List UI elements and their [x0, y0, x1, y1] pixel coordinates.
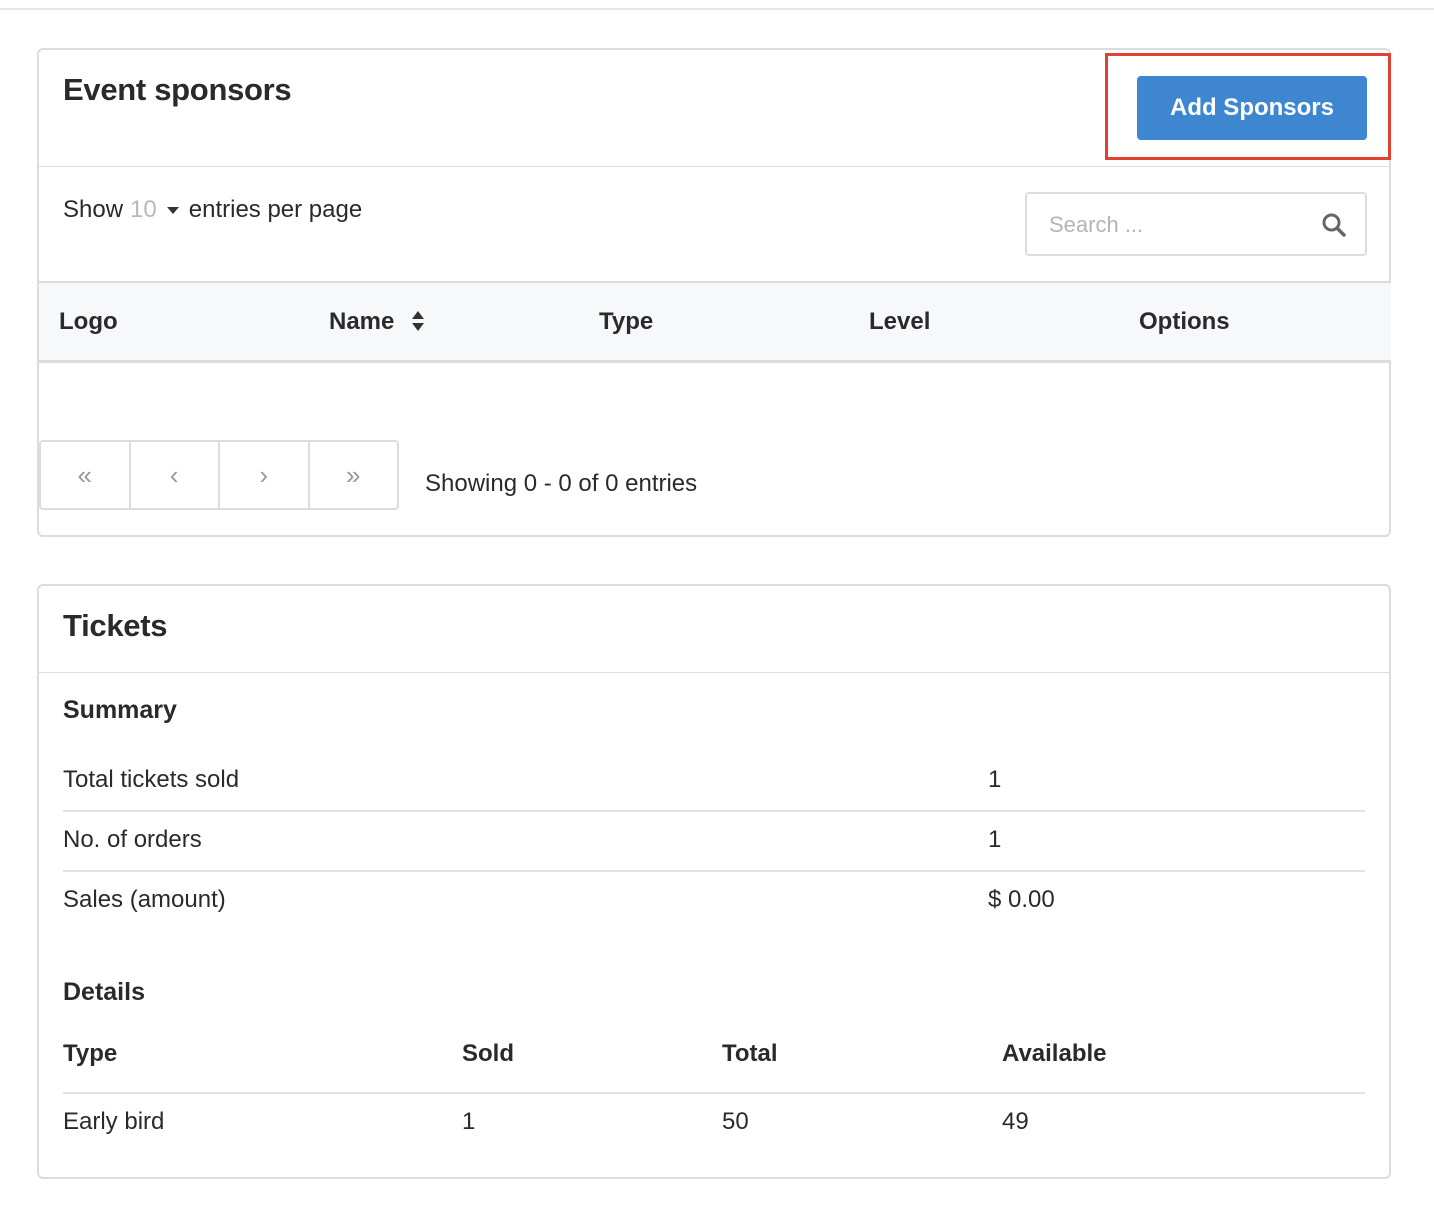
add-sponsors-button[interactable]: Add Sponsors — [1137, 76, 1367, 140]
sponsors-title: Event sponsors — [63, 72, 292, 107]
prev-page-button[interactable]: ‹ — [131, 442, 220, 508]
column-type: Type — [599, 308, 654, 335]
sponsors-table-header: Logo Name Type Level Options — [39, 281, 1391, 363]
dropdown-caret-icon — [166, 206, 179, 214]
last-page-button[interactable]: » — [310, 442, 398, 508]
entries-suffix: entries per page — [188, 196, 363, 223]
next-page-icon: › — [259, 459, 269, 490]
ticket-type-cell: Early bird — [63, 1108, 165, 1135]
details-table-header: Type Sold Total Available — [63, 1026, 1365, 1094]
sponsors-header: Event sponsors Add Sponsors — [39, 50, 1391, 167]
pagination: « ‹ › » — [39, 440, 399, 510]
column-logo: Logo — [59, 308, 118, 335]
next-page-button[interactable]: › — [220, 442, 310, 508]
tickets-header: Tickets — [39, 586, 1389, 673]
tickets-title: Tickets — [63, 608, 168, 643]
showing-entries-text: Showing 0 - 0 of 0 entries — [425, 470, 698, 497]
entries-per-page-select[interactable]: 10 — [130, 196, 189, 224]
summary-title: Summary — [63, 696, 177, 724]
details-column-sold: Sold — [462, 1040, 514, 1067]
ticket-sold-cell: 1 — [462, 1108, 476, 1135]
summary-label: Sales (amount) — [63, 886, 226, 913]
first-page-button[interactable]: « — [41, 442, 131, 508]
entries-per-page-control: Show 10 entries per page — [63, 196, 362, 224]
show-label: Show — [63, 196, 124, 223]
summary-label: No. of orders — [63, 826, 202, 853]
sort-icon[interactable] — [411, 310, 425, 332]
search-field[interactable] — [1025, 192, 1367, 256]
summary-label: Total tickets sold — [63, 766, 240, 793]
search-input[interactable] — [1049, 208, 1309, 242]
summary-row: Total tickets sold 1 — [63, 752, 1365, 812]
summary-row: No. of orders 1 — [63, 812, 1365, 872]
first-page-icon: « — [77, 459, 92, 490]
details-column-total: Total — [722, 1040, 778, 1067]
table-row: Early bird 1 50 49 — [63, 1094, 1365, 1156]
entries-value: 10 — [130, 196, 157, 223]
prev-page-icon: ‹ — [169, 459, 179, 490]
details-column-type: Type — [63, 1040, 118, 1067]
column-name-label: Name — [329, 308, 395, 335]
top-divider — [0, 8, 1434, 10]
details-column-available: Available — [1002, 1040, 1107, 1067]
summary-row: Sales (amount) $ 0.00 — [63, 872, 1365, 932]
column-level: Level — [869, 308, 931, 335]
summary-value: 1 — [988, 766, 1002, 793]
summary-value: $ 0.00 — [988, 886, 1055, 913]
details-title: Details — [63, 978, 145, 1006]
ticket-available-cell: 49 — [1002, 1108, 1029, 1135]
tickets-panel: Tickets Summary Total tickets sold 1 No.… — [37, 584, 1391, 1179]
event-sponsors-panel: Event sponsors Add Sponsors Show 10 entr… — [37, 48, 1391, 537]
column-options: Options — [1139, 308, 1230, 335]
ticket-total-cell: 50 — [722, 1108, 749, 1135]
search-icon[interactable] — [1321, 212, 1347, 238]
summary-value: 1 — [988, 826, 1002, 853]
column-name[interactable]: Name — [329, 308, 425, 336]
last-page-icon: » — [346, 459, 361, 490]
